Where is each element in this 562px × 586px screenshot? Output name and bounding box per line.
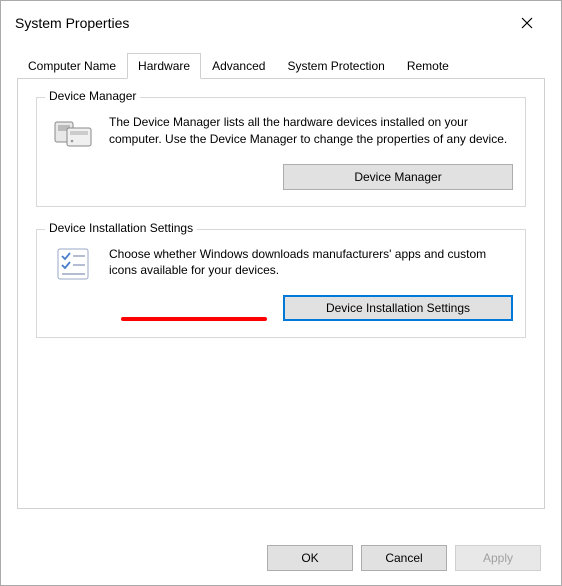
cancel-button[interactable]: Cancel bbox=[361, 545, 447, 571]
window-title: System Properties bbox=[15, 15, 129, 31]
apply-button: Apply bbox=[455, 545, 541, 571]
tab-panel-hardware: Device Manager The Device Manager lists … bbox=[17, 79, 545, 509]
close-button[interactable] bbox=[507, 9, 547, 37]
device-installation-settings-button[interactable]: Device Installation Settings bbox=[283, 295, 513, 321]
groupbox-device-manager: Device Manager The Device Manager lists … bbox=[36, 97, 526, 207]
device-installation-description: Choose whether Windows downloads manufac… bbox=[109, 246, 513, 280]
device-manager-button[interactable]: Device Manager bbox=[283, 164, 513, 190]
tab-remote[interactable]: Remote bbox=[396, 53, 460, 79]
tab-computer-name[interactable]: Computer Name bbox=[17, 53, 127, 79]
device-manager-description: The Device Manager lists all the hardwar… bbox=[109, 114, 513, 148]
groupbox-title: Device Manager bbox=[45, 89, 140, 103]
device-manager-icon bbox=[49, 114, 97, 190]
groupbox-title: Device Installation Settings bbox=[45, 221, 197, 235]
settings-list-icon bbox=[49, 246, 97, 322]
tab-advanced[interactable]: Advanced bbox=[201, 53, 276, 79]
dialog-footer: OK Cancel Apply bbox=[267, 545, 541, 571]
ok-button[interactable]: OK bbox=[267, 545, 353, 571]
annotation-underline bbox=[121, 317, 267, 321]
groupbox-device-installation-settings: Device Installation Settings Choose whet… bbox=[36, 229, 526, 339]
tab-hardware[interactable]: Hardware bbox=[127, 53, 201, 79]
close-icon bbox=[521, 17, 533, 29]
tab-system-protection[interactable]: System Protection bbox=[276, 53, 395, 79]
tab-strip: Computer Name Hardware Advanced System P… bbox=[1, 45, 561, 79]
titlebar: System Properties bbox=[1, 1, 561, 45]
